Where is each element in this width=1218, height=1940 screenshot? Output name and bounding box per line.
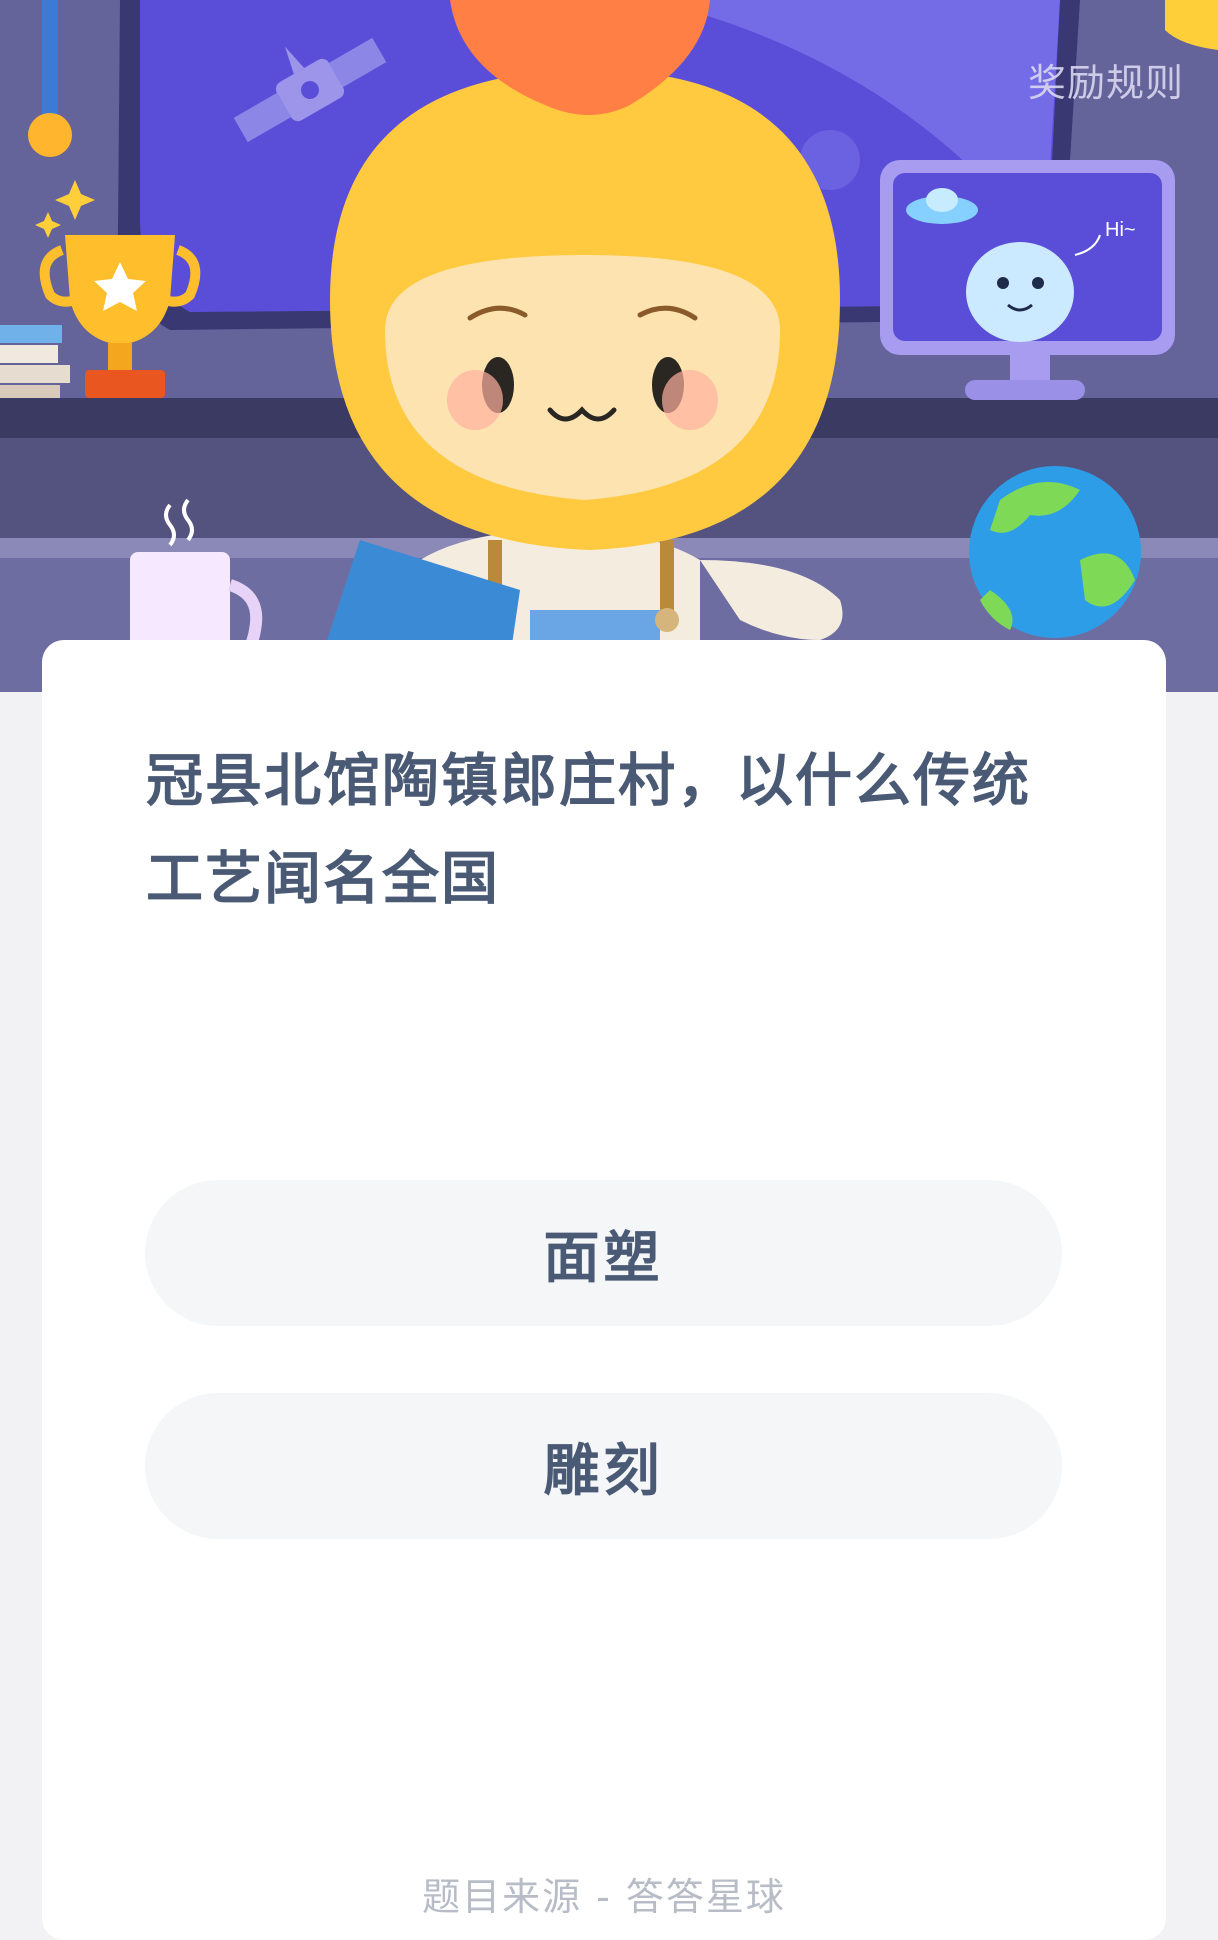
medal-icon: [28, 113, 72, 157]
alien-icon: [966, 242, 1074, 342]
answer-option-2[interactable]: 雕刻: [145, 1393, 1062, 1539]
monitor-greeting: Hi~: [1105, 219, 1136, 241]
globe-icon: [969, 466, 1141, 638]
reward-rules-link[interactable]: 奖励规则: [1028, 52, 1184, 107]
answer-option-1[interactable]: 面塑: [145, 1180, 1062, 1326]
header-illustration: Hi~ 奖励规则: [0, 0, 1218, 692]
medal-ribbon: [42, 0, 58, 120]
quiz-card: 冠县北馆陶镇郎庄村，以什么传统工艺闻名全国 面塑 雕刻 题目来源 - 答答星球: [42, 640, 1166, 1940]
question-source: 题目来源 - 答答星球: [422, 1875, 786, 1919]
question-text: 冠县北馆陶镇郎庄村，以什么传统工艺闻名全国: [146, 748, 1031, 912]
